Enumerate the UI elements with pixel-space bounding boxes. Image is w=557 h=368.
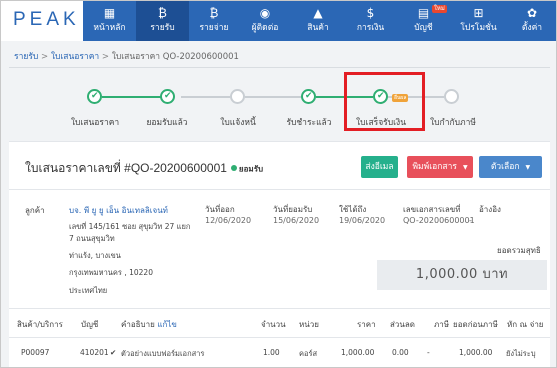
- top-nav: PEAK ▦ หน้าหลัก ₿ รายรับ ₿ รายจ่าย ◉ ผู้…: [1, 1, 556, 41]
- highlight-box: [344, 72, 425, 131]
- address-line: ประเทศไทย: [69, 286, 108, 295]
- peak-logo[interactable]: PEAK: [1, 1, 83, 41]
- check-icon: ✔: [91, 91, 99, 101]
- col-qty: จำนวน: [261, 320, 286, 329]
- issue-date: 12/06/2020: [205, 216, 252, 225]
- dashboard-icon: ▦: [103, 6, 116, 20]
- status-dot: [230, 165, 237, 172]
- address-line: กรุงเทพมหานคร , 10220: [69, 268, 153, 277]
- row-price: 1,000.00: [341, 348, 375, 357]
- product-icon: ▲: [313, 6, 323, 20]
- nav-home[interactable]: ▦ หน้าหลัก: [83, 1, 136, 41]
- row-discount: 0.00: [392, 348, 409, 357]
- doc-number: QO-20200600001: [403, 216, 475, 225]
- check-icon: ✔: [305, 91, 313, 101]
- col-pretax: ยอดก่อนภาษี: [453, 320, 498, 329]
- edit-link[interactable]: แก้ไข: [157, 320, 177, 329]
- step-tax-invoice[interactable]: [444, 89, 459, 104]
- gear-icon: ✿: [526, 6, 538, 20]
- address-line: เลขที่ 145/161 ซอย สุขุมวิท 27 แยก: [69, 222, 191, 231]
- row-pretax: 1,000.00: [459, 348, 493, 357]
- col-product: สินค้า/บริการ: [17, 320, 63, 329]
- breadcrumb-current: ใบเสนอราคา QO-20200600001: [111, 52, 239, 62]
- check-icon: ✔: [164, 91, 172, 101]
- nav-expense[interactable]: ₿ รายจ่าย: [189, 1, 239, 41]
- issue-date-label: วันที่ออก: [205, 205, 235, 214]
- new-badge: ใหม่: [432, 5, 447, 13]
- nav-settings[interactable]: ✿ ตั้งค่า: [506, 1, 556, 41]
- step-label: ใบกำกับภาษี: [430, 118, 476, 128]
- nav-accounting[interactable]: ▤ บัญชี ใหม่: [396, 1, 451, 41]
- step-label: รับชำระแล้ว: [286, 118, 332, 128]
- income-icon: ₿: [158, 6, 167, 20]
- valid-date: 19/06/2020: [339, 216, 386, 225]
- row-qty: 1.00: [263, 348, 280, 357]
- step-paid[interactable]: ✔: [301, 89, 316, 104]
- reference-value: -: [469, 216, 472, 225]
- status-badge: ยอมรับ: [238, 164, 264, 174]
- step-label: ใบแจ้งหนี้: [220, 118, 256, 128]
- col-discount: ส่วนลด: [390, 320, 415, 329]
- step-line: [245, 96, 301, 98]
- customer-link[interactable]: บจ. พี ยู ยู เอ็น อินเทลลิเจนท์: [69, 204, 168, 217]
- nav-contacts[interactable]: ◉ ผู้ติดต่อ: [239, 1, 291, 41]
- row-description: ตัวอย่างแบบฟอร์มเอกสาร: [121, 349, 205, 358]
- total-label: ยอดรวมสุทธิ: [497, 246, 541, 255]
- divider: [9, 337, 550, 338]
- row-vat: -: [427, 348, 430, 357]
- document-card: ใบเสนอราคาเลขที่ #QO-20200600001 ยอมรับ ส…: [9, 141, 550, 367]
- doc-number-label: เลขเอกสารเลขที่: [403, 205, 461, 214]
- address-line: ท่าแร้ง, บางเขน: [69, 251, 121, 260]
- app-window: PEAK ▦ หน้าหลัก ₿ รายรับ ₿ รายจ่าย ◉ ผู้…: [0, 0, 557, 368]
- nav-income[interactable]: ₿ รายรับ: [136, 1, 189, 41]
- nav-finance[interactable]: $ การเงิน: [345, 1, 396, 41]
- accept-date-label: วันที่ยอมรับ: [273, 205, 313, 214]
- divider: [9, 308, 550, 309]
- step-accepted[interactable]: ✔: [160, 89, 175, 104]
- step-line: [102, 96, 166, 98]
- step-invoice[interactable]: [230, 89, 245, 104]
- reference-label: อ้างอิง: [479, 205, 501, 214]
- row-wht: ยังไม่ระบุ: [506, 349, 536, 358]
- chevron-down-icon: ▼: [462, 164, 468, 171]
- chevron-down-icon: ▼: [525, 164, 531, 171]
- total-amount: 1,000.00 บาท: [377, 260, 547, 290]
- col-unit: หน่วย: [299, 320, 319, 329]
- gift-icon: ⊞: [473, 6, 484, 20]
- col-account: บัญชี: [81, 320, 99, 329]
- contact-icon: ◉: [259, 6, 271, 20]
- divider: [9, 189, 550, 190]
- send-email-button[interactable]: ส่งอีเมล: [361, 156, 398, 178]
- accept-date: 15/06/2020: [273, 216, 320, 225]
- breadcrumb: รายรับ > ใบเสนอราคา > ใบเสนอราคา QO-2020…: [14, 52, 239, 62]
- step-label: ยอมรับแล้ว: [146, 118, 188, 128]
- address-line: 7 ถนนสุขุมวิท: [69, 234, 115, 243]
- step-label: ใบเสนอราคา: [70, 118, 120, 128]
- col-price: ราคา: [357, 320, 376, 329]
- options-button[interactable]: ตัวเลือก ▼: [479, 156, 542, 178]
- step-line: [181, 96, 230, 98]
- expense-icon: ₿: [209, 6, 219, 20]
- col-wht: หัก ณ จ่าย: [507, 320, 544, 329]
- print-button[interactable]: พิมพ์เอกสาร ▼: [407, 156, 473, 178]
- divider: [9, 67, 550, 68]
- money-icon: $: [366, 6, 375, 20]
- breadcrumb-quotation[interactable]: ใบเสนอราคา: [51, 52, 99, 62]
- col-description: คำอธิบาย แก้ไข: [121, 320, 177, 329]
- col-vat: ภาษี: [434, 320, 450, 329]
- row-product-link[interactable]: P00097: [21, 348, 49, 357]
- step-quotation[interactable]: ✔: [87, 89, 102, 104]
- row-check-icon: ✔: [110, 348, 117, 357]
- nav-products[interactable]: ▲ สินค้า: [291, 1, 345, 41]
- valid-date-label: ใช้ได้ถึง: [339, 205, 367, 214]
- row-unit: คอร์ส: [299, 349, 318, 358]
- page-title: ใบเสนอราคาเลขที่ #QO-20200600001 ยอมรับ: [25, 161, 264, 175]
- nav-promotion[interactable]: ⊞ โปรโมชั่น: [451, 1, 506, 41]
- breadcrumb-income[interactable]: รายรับ: [14, 52, 38, 62]
- row-account: 410201: [80, 348, 109, 357]
- customer-label: ลูกค้า: [25, 206, 45, 215]
